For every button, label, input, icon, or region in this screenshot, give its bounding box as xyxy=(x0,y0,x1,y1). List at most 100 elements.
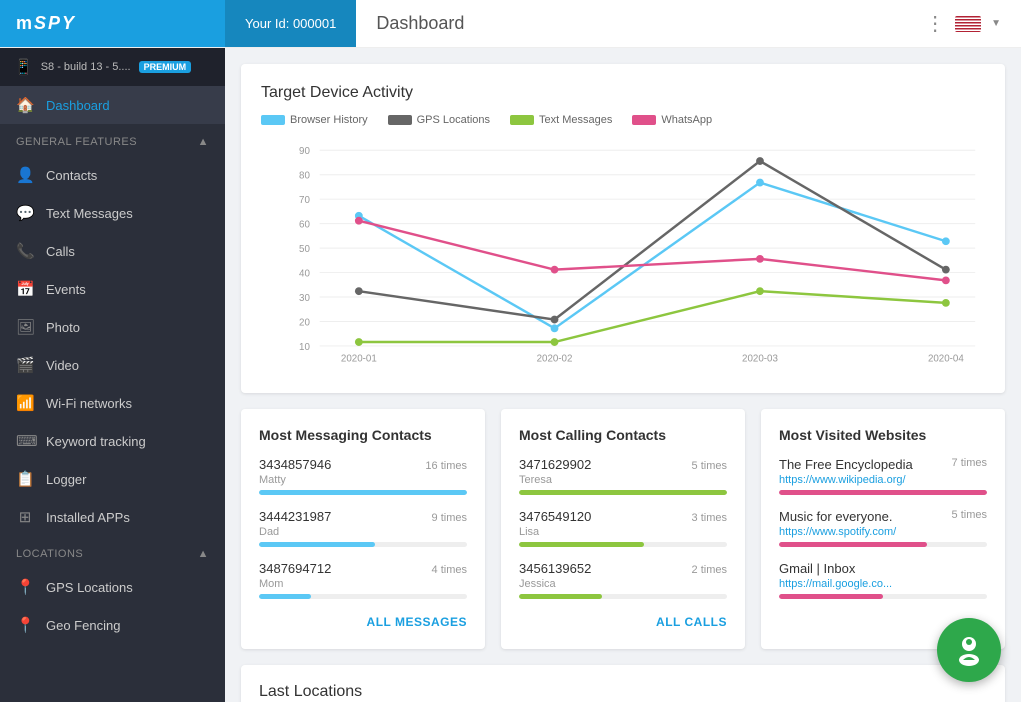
svg-text:2020-02: 2020-02 xyxy=(537,354,573,365)
sidebar-label-dashboard: Dashboard xyxy=(46,98,110,113)
keyword-icon: ⌨ xyxy=(16,432,34,450)
contact-times: 4 times xyxy=(432,564,467,576)
website-entry-2: Music for everyone. 5 times https://www.… xyxy=(779,509,987,547)
legend-text-messages: Text Messages xyxy=(510,114,612,126)
menu-dots-icon[interactable]: ⋮ xyxy=(925,11,945,36)
sidebar-label-installed-apps: Installed APPs xyxy=(46,510,130,525)
sidebar-item-video[interactable]: 🎬 Video xyxy=(0,346,225,384)
svg-text:50: 50 xyxy=(299,244,310,255)
calling-contact-1: 3471629902 5 times Teresa xyxy=(519,457,727,495)
svg-text:2020-01: 2020-01 xyxy=(341,354,377,365)
svg-text:60: 60 xyxy=(299,220,310,231)
most-messaging-title: Most Messaging Contacts xyxy=(259,427,467,443)
float-help-icon[interactable] xyxy=(937,618,1001,682)
sidebar-item-photo[interactable]: 🖼 Photo xyxy=(0,308,225,346)
contact-name: Dad xyxy=(259,526,467,538)
most-messaging-card: Most Messaging Contacts 3434857946 16 ti… xyxy=(241,409,485,649)
contact-times: 16 times xyxy=(425,460,467,472)
all-messages-link[interactable]: ALL MESSAGES xyxy=(367,615,467,629)
page-title: Dashboard xyxy=(376,13,464,34)
sidebar-item-wifi-networks[interactable]: 📶 Wi-Fi networks xyxy=(0,384,225,422)
messaging-contact-2: 3444231987 9 times Dad xyxy=(259,509,467,547)
events-icon: 📅 xyxy=(16,280,34,298)
sidebar-item-calls[interactable]: 📞 Calls xyxy=(0,232,225,270)
contact-name: Teresa xyxy=(519,474,727,486)
most-visited-card: Most Visited Websites The Free Encyclope… xyxy=(761,409,1005,649)
sidebar-item-events[interactable]: 📅 Events xyxy=(0,270,225,308)
contact-name: Matty xyxy=(259,474,467,486)
sidebar-item-contacts[interactable]: 👤 Contacts xyxy=(0,156,225,194)
video-icon: 🎬 xyxy=(16,356,34,374)
logger-icon: 📋 xyxy=(16,470,34,488)
apps-icon: ⊞ xyxy=(16,508,34,526)
sidebar-label-logger: Logger xyxy=(46,472,86,487)
calling-contact-3: 3456139652 2 times Jessica xyxy=(519,561,727,599)
most-calling-card: Most Calling Contacts 3471629902 5 times… xyxy=(501,409,745,649)
sidebar-item-dashboard[interactable]: 🏠 Dashboard xyxy=(0,86,225,124)
contact-number: 3471629902 xyxy=(519,457,591,472)
contact-times: 2 times xyxy=(692,564,727,576)
last-locations-card: Last Locations xyxy=(241,665,1005,702)
wifi-icon: 📶 xyxy=(16,394,34,412)
svg-text:70: 70 xyxy=(299,195,310,206)
website-name: The Free Encyclopedia xyxy=(779,457,913,472)
svg-text:30: 30 xyxy=(299,293,310,304)
sidebar-label-wifi-networks: Wi-Fi networks xyxy=(46,396,132,411)
contact-number: 3444231987 xyxy=(259,509,331,524)
sidebar-label-geo-fencing: Geo Fencing xyxy=(46,618,120,633)
contact-times: 5 times xyxy=(692,460,727,472)
website-name: Gmail | Inbox xyxy=(779,561,855,576)
legend-gps-locations: GPS Locations xyxy=(388,114,490,126)
general-features-label: GENERAL FEATURES xyxy=(16,136,137,148)
flag-icon[interactable] xyxy=(955,16,981,32)
svg-text:40: 40 xyxy=(299,268,310,279)
website-url[interactable]: https://mail.google.co... xyxy=(779,578,987,590)
website-times: 7 times xyxy=(952,457,987,472)
svg-text:10: 10 xyxy=(299,342,310,353)
calling-contact-2: 3476549120 3 times Lisa xyxy=(519,509,727,547)
svg-text:20: 20 xyxy=(299,317,310,328)
svg-text:90: 90 xyxy=(299,146,310,157)
device-name: S8 - build 13 - 5.... xyxy=(41,61,131,73)
sidebar-label-photo: Photo xyxy=(46,320,80,335)
website-name: Music for everyone. xyxy=(779,509,892,524)
sidebar-item-gps-locations[interactable]: 📍 GPS Locations xyxy=(0,568,225,606)
most-calling-title: Most Calling Contacts xyxy=(519,427,727,443)
locations-label: LOCATIONS xyxy=(16,548,83,560)
sidebar-label-keyword-tracking: Keyword tracking xyxy=(46,434,146,449)
legend-whatsapp: WhatsApp xyxy=(632,114,712,126)
sidebar-item-text-messages[interactable]: 💬 Text Messages xyxy=(0,194,225,232)
contact-number: 3476549120 xyxy=(519,509,591,524)
locations-collapse-icon[interactable]: ▲ xyxy=(198,548,209,560)
contact-times: 9 times xyxy=(432,512,467,524)
contact-name: Jessica xyxy=(519,578,727,590)
chart-title: Target Device Activity xyxy=(261,84,985,102)
website-url[interactable]: https://www.wikipedia.org/ xyxy=(779,474,987,486)
logo: mSPY xyxy=(16,13,76,34)
messaging-contact-1: 3434857946 16 times Matty xyxy=(259,457,467,495)
flag-dropdown-icon[interactable]: ▼ xyxy=(991,18,1001,29)
sidebar-label-events: Events xyxy=(46,282,86,297)
text-messages-icon: 💬 xyxy=(16,204,34,222)
gps-icon: 📍 xyxy=(16,578,34,596)
photo-icon: 🖼 xyxy=(16,318,34,336)
sidebar-item-installed-apps[interactable]: ⊞ Installed APPs xyxy=(0,498,225,536)
sidebar-item-keyword-tracking[interactable]: ⌨ Keyword tracking xyxy=(0,422,225,460)
website-entry-3: Gmail | Inbox https://mail.google.co... xyxy=(779,561,987,599)
device-icon: 📱 xyxy=(14,58,33,76)
sidebar-item-geo-fencing[interactable]: 📍 Geo Fencing xyxy=(0,606,225,644)
legend-browser-history: Browser History xyxy=(261,114,368,126)
sidebar-label-contacts: Contacts xyxy=(46,168,97,183)
sidebar-label-calls: Calls xyxy=(46,244,75,259)
website-url[interactable]: https://www.spotify.com/ xyxy=(779,526,987,538)
sidebar-label-gps-locations: GPS Locations xyxy=(46,580,133,595)
svg-text:80: 80 xyxy=(299,171,310,182)
activity-chart: 90 80 70 60 50 40 30 20 10 2020-01 2020-… xyxy=(261,138,985,368)
sidebar-item-logger[interactable]: 📋 Logger xyxy=(0,460,225,498)
website-entry-1: The Free Encyclopedia 7 times https://ww… xyxy=(779,457,987,495)
most-visited-title: Most Visited Websites xyxy=(779,427,987,443)
all-calls-link[interactable]: ALL CALLS xyxy=(656,615,727,629)
general-features-collapse-icon[interactable]: ▲ xyxy=(198,136,209,148)
sidebar-label-video: Video xyxy=(46,358,79,373)
contact-name: Lisa xyxy=(519,526,727,538)
